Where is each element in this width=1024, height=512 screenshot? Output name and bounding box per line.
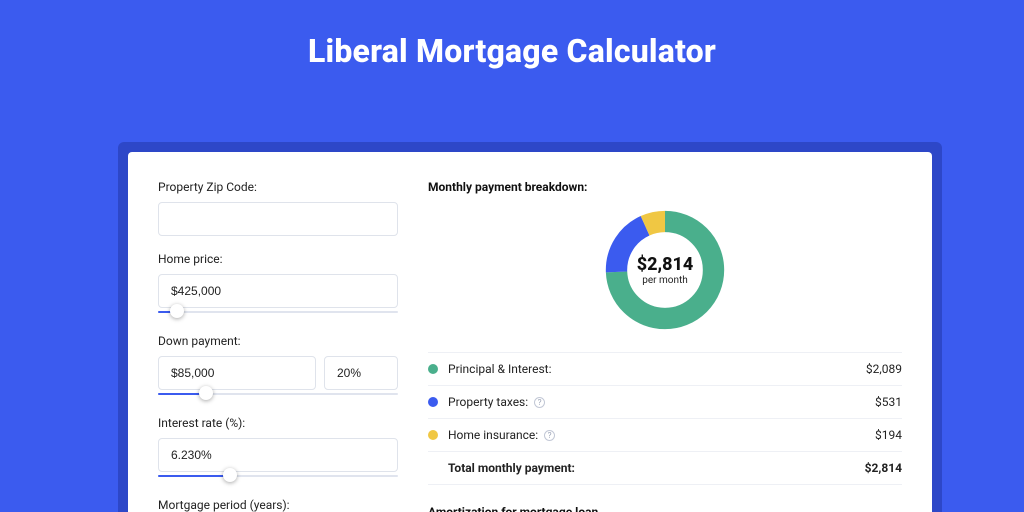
slider-thumb[interactable] (199, 386, 213, 400)
breakdown-panel: Monthly payment breakdown: $2,814 per mo… (428, 180, 902, 512)
zip-input[interactable] (158, 202, 398, 236)
legend-dot (428, 364, 438, 374)
slider-track (158, 311, 398, 313)
slider-thumb[interactable] (223, 468, 237, 482)
interest-rate-label: Interest rate (%): (158, 416, 398, 430)
home-price-slider[interactable] (158, 306, 398, 318)
slider-fill (158, 475, 230, 477)
down-payment-slider[interactable] (158, 388, 398, 400)
home-price-label: Home price: (158, 252, 398, 266)
donut-chart-wrap: $2,814 per month (428, 206, 902, 334)
legend-value: $531 (875, 395, 902, 409)
interest-rate-field: Interest rate (%): (158, 416, 398, 482)
down-payment-pct-input[interactable] (324, 356, 398, 390)
donut-amount: $2,814 (637, 254, 694, 275)
amortization-title: Amortization for mortgage loan (428, 505, 902, 512)
amortization-section: Amortization for mortgage loan Amortizat… (428, 505, 902, 512)
page-title: Liberal Mortgage Calculator (0, 0, 1024, 94)
legend-value: $194 (875, 428, 902, 442)
period-field: Mortgage period (years): 10152030 (158, 498, 398, 512)
period-label: Mortgage period (years): (158, 498, 398, 512)
donut-chart: $2,814 per month (601, 206, 729, 334)
zip-field: Property Zip Code: (158, 180, 398, 236)
slider-thumb[interactable] (170, 304, 184, 318)
donut-center: $2,814 per month (601, 206, 729, 334)
legend-label: Home insurance:? (448, 428, 875, 442)
input-panel: Property Zip Code: Home price: Down paym… (158, 180, 398, 512)
legend-total-row: Total monthly payment:$2,814 (428, 452, 902, 485)
breakdown-legend: Principal & Interest:$2,089Property taxe… (428, 352, 902, 485)
home-price-field: Home price: (158, 252, 398, 318)
legend-label: Principal & Interest: (448, 362, 866, 376)
info-icon[interactable]: ? (534, 397, 545, 408)
down-payment-input[interactable] (158, 356, 316, 390)
legend-total-label: Total monthly payment: (448, 461, 865, 475)
zip-label: Property Zip Code: (158, 180, 398, 194)
down-payment-field: Down payment: (158, 334, 398, 400)
home-price-input[interactable] (158, 274, 398, 308)
legend-value: $2,089 (866, 362, 902, 376)
info-icon[interactable]: ? (544, 430, 555, 441)
legend-dot (428, 430, 438, 440)
legend-row: Home insurance:?$194 (428, 419, 902, 452)
legend-row: Property taxes:?$531 (428, 386, 902, 419)
down-payment-label: Down payment: (158, 334, 398, 348)
legend-label: Property taxes:? (448, 395, 875, 409)
donut-sublabel: per month (642, 275, 688, 286)
interest-rate-input[interactable] (158, 438, 398, 472)
legend-total-value: $2,814 (865, 461, 902, 475)
interest-rate-slider[interactable] (158, 470, 398, 482)
legend-row: Principal & Interest:$2,089 (428, 353, 902, 386)
calculator-card: Property Zip Code: Home price: Down paym… (128, 152, 932, 512)
breakdown-title: Monthly payment breakdown: (428, 180, 902, 194)
legend-dot (428, 397, 438, 407)
